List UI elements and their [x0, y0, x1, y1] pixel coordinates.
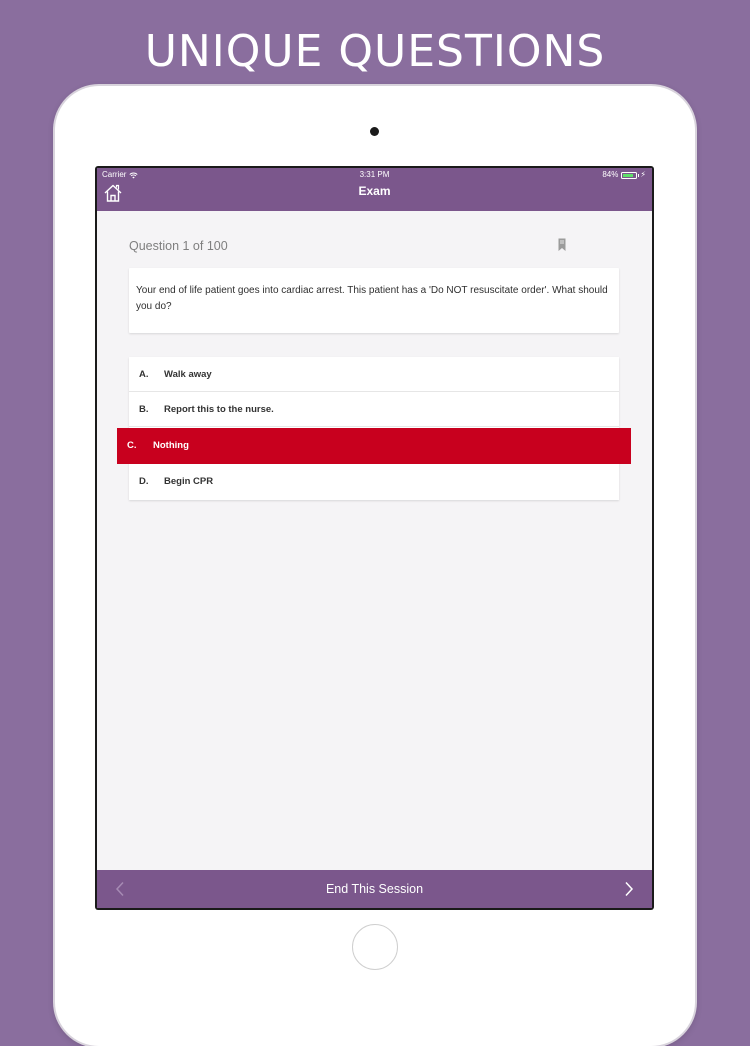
app-screen: Carrier 3:31 PM 84% ⚡ Exam Question 1 of…: [97, 168, 652, 908]
status-time: 3:31 PM: [359, 170, 390, 179]
question-card: Your end of life patient goes into cardi…: [129, 268, 619, 333]
battery-icon: [621, 171, 640, 179]
battery-tip: [637, 174, 640, 177]
headline: UNIQUE QUESTIONS: [144, 26, 606, 77]
nav-bar: Carrier 3:31 PM 84% ⚡ Exam: [97, 168, 652, 211]
charging-icon: ⚡: [640, 170, 646, 179]
answer-option-a[interactable]: A. Walk away: [129, 357, 619, 392]
answer-text: Begin CPR: [164, 476, 214, 487]
bookmark-icon[interactable]: [557, 238, 567, 252]
answer-text: Report this to the nurse.: [164, 404, 274, 415]
answer-option-c-selected[interactable]: C. Nothing: [117, 428, 631, 464]
answer-letter: A.: [139, 369, 149, 380]
end-session-button[interactable]: End This Session: [97, 870, 652, 908]
screen: Carrier 3:31 PM 84% ⚡ Exam Question 1 of…: [95, 166, 654, 910]
camera-dot: [370, 127, 379, 136]
answer-text: Nothing: [153, 440, 189, 451]
nav-title: Exam: [358, 184, 391, 198]
answer-letter: B.: [139, 404, 149, 415]
answer-letter: C.: [127, 440, 137, 451]
exam-content: Question 1 of 100 Your end of life patie…: [97, 211, 652, 870]
tablet-frame: Carrier 3:31 PM 84% ⚡ Exam Question 1 of…: [55, 86, 695, 1046]
question-text: Your end of life patient goes into cardi…: [136, 285, 608, 312]
battery-percent: 84%: [602, 170, 619, 179]
answer-list: A. Walk away B. Report this to the nurse…: [117, 357, 631, 500]
answer-text: Walk away: [164, 369, 212, 380]
bottom-toolbar: End This Session: [97, 870, 652, 908]
status-bar: Carrier 3:31 PM 84% ⚡: [97, 168, 652, 182]
battery-fill: [623, 173, 634, 177]
answer-option-b[interactable]: B. Report this to the nurse.: [129, 392, 619, 427]
chevron-right-icon[interactable]: [624, 881, 634, 897]
battery-group: 84% ⚡: [602, 168, 646, 182]
answer-letter: D.: [139, 476, 149, 487]
answer-option-d[interactable]: D. Begin CPR: [129, 464, 619, 499]
question-counter: Question 1 of 100: [129, 239, 228, 253]
device-home-button[interactable]: [352, 924, 398, 970]
